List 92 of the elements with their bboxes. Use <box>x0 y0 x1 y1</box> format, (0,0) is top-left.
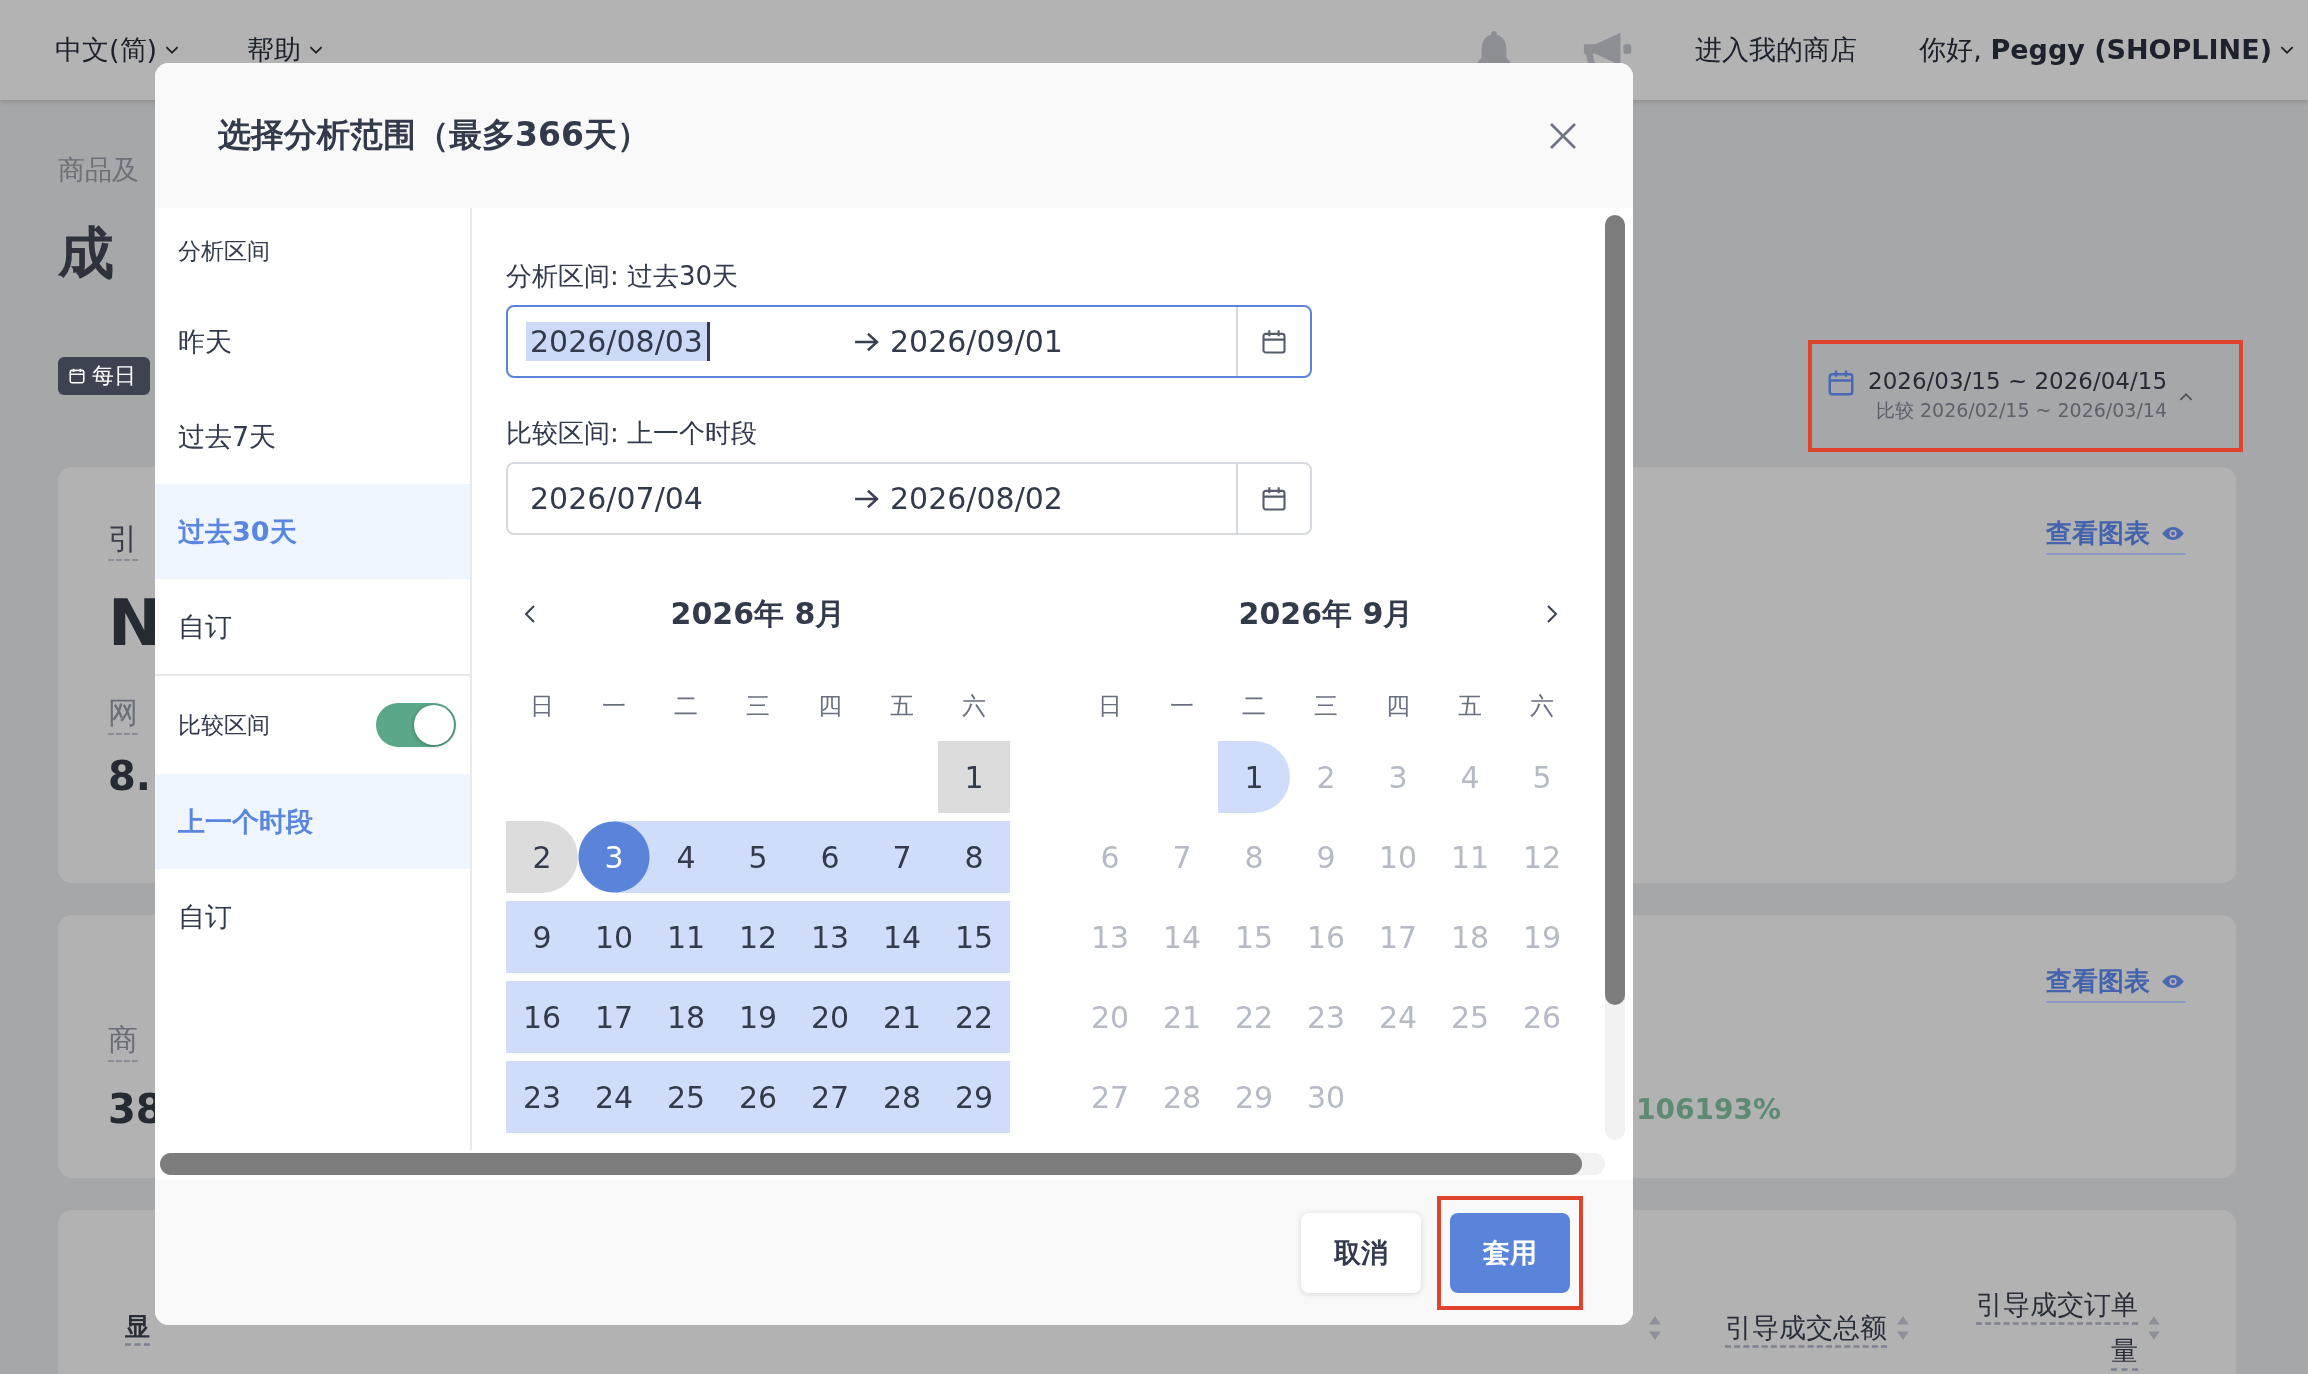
calendar-icon <box>1826 368 1856 398</box>
calendar-day[interactable]: 14 <box>866 901 938 973</box>
calendar-day[interactable]: 15 <box>938 901 1010 973</box>
month-title: 2026年 8月 <box>670 594 846 633</box>
weekday-label: 四 <box>1385 691 1411 722</box>
scrollbar[interactable] <box>160 1153 1605 1175</box>
range-option[interactable]: 昨天 <box>155 294 470 389</box>
calendar-day[interactable]: 22 <box>938 981 1010 1053</box>
calendar-day[interactable]: 28 <box>866 1061 938 1133</box>
calendar-day[interactable]: 25 <box>650 1061 722 1133</box>
weekday-label: 日 <box>1097 691 1123 722</box>
eye-icon <box>2160 525 2186 541</box>
update-tag: 每日 <box>58 357 150 395</box>
next-month-icon[interactable] <box>1546 604 1558 624</box>
dialog-button[interactable]: 取消 <box>1301 1212 1421 1293</box>
calendar-day[interactable]: 13 <box>794 901 866 973</box>
dialog-button[interactable]: 套用 <box>1450 1212 1570 1293</box>
chevron-down-icon <box>2280 45 2294 55</box>
eye-icon <box>2160 973 2186 989</box>
change-percent: 106193% <box>1636 1092 1781 1126</box>
scrollbar[interactable] <box>1605 215 1625 1140</box>
range-option[interactable]: 自订 <box>155 869 470 964</box>
calendar-day[interactable]: 7 <box>866 821 938 893</box>
column-header[interactable]: 引导成交总额 <box>1707 1305 1887 1351</box>
calendar-day[interactable]: 20 <box>794 981 866 1053</box>
weekday-label: 三 <box>745 691 771 722</box>
date-range-button[interactable]: 2026/03/15 ~ 2026/04/15 比较 2026/02/15 ~ 2026/03/14 <box>1808 340 2243 452</box>
calendar-day[interactable]: 12 <box>722 901 794 973</box>
weekday-label: 六 <box>1529 691 1555 722</box>
month-title: 2026年 9月 <box>1238 594 1414 633</box>
weekday-label: 二 <box>673 691 699 722</box>
language-menu[interactable]: 中文(简) <box>55 32 180 68</box>
calendar-day[interactable]: 10 <box>578 901 650 973</box>
previous-month-icon[interactable] <box>524 604 536 624</box>
metric-value: 8. <box>108 753 153 799</box>
chevron-down-icon <box>309 45 324 55</box>
weekday-label: 六 <box>961 691 987 722</box>
calendar-day[interactable]: 21 <box>866 981 938 1053</box>
calendar-day[interactable]: 18 <box>650 981 722 1053</box>
caret-up-icon <box>2179 391 2194 401</box>
calendar-day[interactable]: 6 <box>794 821 866 893</box>
weekday-label: 一 <box>1169 691 1195 722</box>
calendar-day[interactable]: 17 <box>578 981 650 1053</box>
calendar-day[interactable]: 1 <box>1218 741 1290 813</box>
arrow-right-icon <box>853 330 881 353</box>
date-range-field[interactable]: 2026/07/04 2026/08/02 <box>506 462 1312 535</box>
weekday-label: 四 <box>817 691 843 722</box>
weekday-label: 一 <box>601 691 627 722</box>
weekday-label: 五 <box>889 691 915 722</box>
calendar-icon[interactable] <box>1260 327 1288 356</box>
calendar-day[interactable]: 9 <box>506 901 578 973</box>
calendar-day[interactable]: 16 <box>506 981 578 1053</box>
calendar-icon[interactable] <box>1260 484 1288 513</box>
weekday-label: 日 <box>529 691 555 722</box>
calendar-icon <box>68 367 86 385</box>
store-link[interactable]: 进入我的商店 <box>1695 32 1858 68</box>
calendar-day[interactable]: 5 <box>722 821 794 893</box>
toggle-switch[interactable] <box>376 703 456 747</box>
dialog-title: 选择分析范围（最多366天） <box>218 114 650 156</box>
weekday-label: 五 <box>1457 691 1483 722</box>
field-label: 分析区间: 过去30天 <box>506 260 740 293</box>
calendar-day[interactable]: 26 <box>722 1061 794 1133</box>
metric-label: 引 <box>108 519 138 561</box>
chevron-down-icon <box>165 45 180 55</box>
account-menu[interactable]: 你好, Peggy (SHOPLINE) <box>1919 32 2294 68</box>
calendar-day[interactable]: 24 <box>578 1061 650 1133</box>
metric-label: 网 <box>108 693 138 735</box>
calendar-day[interactable]: 2 <box>506 821 578 893</box>
calendar-day[interactable]: 4 <box>650 821 722 893</box>
breadcrumb: 商品及 <box>58 153 140 187</box>
calendar-day[interactable]: 11 <box>650 901 722 973</box>
calendar-day[interactable]: 3 <box>578 821 650 893</box>
calendar-day[interactable]: 1 <box>938 741 1010 813</box>
close-icon[interactable] <box>1548 120 1578 151</box>
metric-label: 商 <box>108 1020 138 1062</box>
calendar-day[interactable]: 23 <box>506 1061 578 1133</box>
calendar-day[interactable]: 8 <box>938 821 1010 893</box>
date-range-field[interactable]: 2026/08/03 2026/09/01 <box>506 305 1312 378</box>
toggle-label: 比较区间 <box>178 710 270 740</box>
calendar-day[interactable]: 27 <box>794 1061 866 1133</box>
calendar-day[interactable]: 29 <box>938 1061 1010 1133</box>
calendar-day[interactable]: 19 <box>722 981 794 1053</box>
arrow-right-icon <box>853 487 881 510</box>
field-label: 比较区间: 上一个时段 <box>506 417 759 450</box>
page-title: 成 <box>58 219 115 287</box>
range-option[interactable]: 过去7天 <box>155 389 470 484</box>
weekday-label: 二 <box>1241 691 1267 722</box>
column-header[interactable]: 引导成交订单量 <box>1963 1282 2138 1374</box>
weekday-label: 三 <box>1313 691 1339 722</box>
section-heading: 分析区间 <box>177 236 271 266</box>
column-header: 显 <box>125 1311 150 1343</box>
help-menu[interactable]: 帮助 <box>247 32 324 68</box>
